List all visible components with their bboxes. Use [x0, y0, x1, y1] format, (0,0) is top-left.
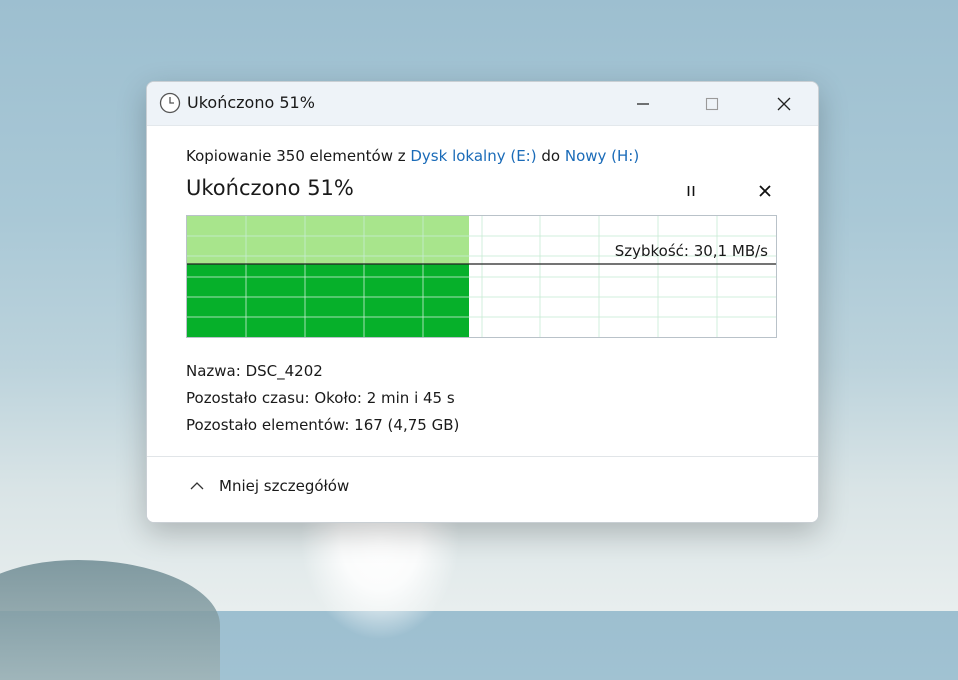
progress-light-fill: [187, 216, 469, 264]
background-hill: [0, 560, 220, 680]
close-icon: [777, 97, 791, 110]
details-panel: Nazwa: DSC_4202 Pozostało czasu: Około: …: [186, 358, 459, 439]
maximize-icon: [705, 97, 719, 110]
minimize-icon: [637, 102, 649, 105]
time-label: Pozostało czasu:: [186, 389, 310, 407]
speed-graph: Szybkość: 30,1 MB/s: [186, 215, 777, 338]
destination-link[interactable]: Nowy (H:): [565, 147, 639, 165]
chevron-up-icon: [190, 482, 204, 490]
copy-description: Kopiowanie 350 elementów z Dysk lokalny …: [186, 147, 639, 165]
time-row: Pozostało czasu: Około: 2 min i 45 s: [186, 385, 459, 412]
pause-button[interactable]: [677, 179, 705, 203]
close-icon: [759, 185, 771, 197]
pause-icon: [687, 186, 695, 196]
less-details-label: Mniej szczegółów: [219, 477, 350, 495]
copy-middle: do: [536, 147, 565, 165]
progress-heading: Ukończono 51%: [186, 176, 354, 200]
items-label: Pozostało elementów:: [186, 416, 350, 434]
window-title: Ukończono 51%: [187, 93, 315, 112]
name-row: Nazwa: DSC_4202: [186, 358, 459, 385]
minimize-button[interactable]: [619, 82, 667, 125]
items-row: Pozostało elementów: 167 (4,75 GB): [186, 412, 459, 439]
copy-dialog: Ukończono 51% Kopiowanie 350 elementów z…: [146, 81, 819, 523]
speed-label: Szybkość: 30,1 MB/s: [614, 242, 768, 260]
name-value: DSC_4202: [245, 362, 323, 380]
name-label: Nazwa:: [186, 362, 241, 380]
cancel-button[interactable]: [751, 179, 779, 203]
close-button[interactable]: [760, 82, 808, 125]
title-bar[interactable]: Ukończono 51%: [147, 82, 818, 126]
less-details-button[interactable]: Mniej szczegółów: [189, 477, 349, 495]
copy-prefix: Kopiowanie 350 elementów z: [186, 147, 411, 165]
time-value: Około: 2 min i 45 s: [314, 389, 455, 407]
source-link[interactable]: Dysk lokalny (E:): [410, 147, 536, 165]
items-value: 167 (4,75 GB): [354, 416, 460, 434]
dialog-footer: Mniej szczegółów: [147, 457, 818, 522]
maximize-button[interactable]: [688, 82, 736, 125]
progress-dark-fill: [187, 264, 469, 337]
clock-icon: [159, 92, 181, 114]
